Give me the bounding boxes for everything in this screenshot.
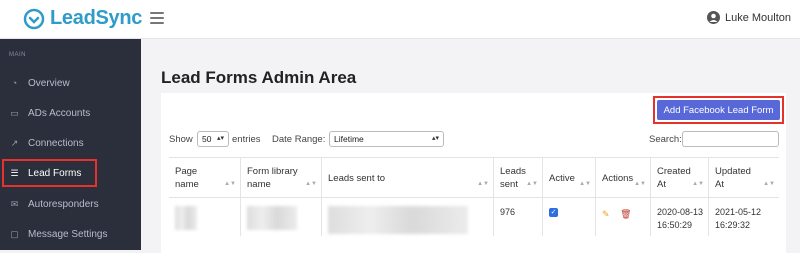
cell-updated-at: 2021-05-12 16:29:32 (708, 198, 779, 236)
column-actions[interactable]: Actions ▲▼ (595, 158, 650, 199)
column-page-name[interactable]: Page name ▲▼ (169, 158, 240, 199)
brand-name: LeadSync (50, 7, 143, 29)
sort-icon: ▲▼ (634, 181, 646, 187)
sort-icon: ▲▼ (477, 181, 489, 187)
entries-per-page-value: 50 (202, 134, 212, 144)
cell-actions: ✎ 🗑 (595, 198, 650, 236)
connection-icon: ↗ (10, 137, 19, 148)
logo[interactable]: LeadSync (23, 7, 142, 30)
sort-icon: ▲▼ (526, 181, 538, 187)
sidebar-item-label: Connections (28, 137, 84, 149)
user-avatar-icon (706, 11, 720, 24)
table-row: 976 ✓ ✎ 🗑 2020-08-13 16:50:29 2021-05-12… (169, 198, 779, 236)
lead-forms-card: Add Facebook Lead Form Show 50 ▴▾ entrie… (161, 93, 786, 253)
sort-icon: ▲▼ (305, 181, 317, 187)
sidebar-item-label: ADs Accounts (28, 107, 91, 119)
column-created-at[interactable]: Created At ▲▼ (650, 158, 708, 199)
redacted-content (328, 206, 468, 234)
redacted-content (247, 206, 297, 230)
entries-per-page-select[interactable]: 50 ▴▾ (197, 131, 229, 147)
sidebar-item-ads-accounts[interactable]: ▭ ADs Accounts (0, 99, 141, 127)
column-leads-sent-to[interactable]: Leads sent to ▲▼ (321, 158, 493, 199)
user-name: Luke Moulton (724, 11, 791, 24)
sidebar-item-autoresponders[interactable]: ✉ Autoresponders (0, 190, 141, 218)
column-leads-sent[interactable]: Leads sent ▲▼ (493, 158, 542, 199)
date-range-select[interactable]: Lifetime ▴▾ (329, 131, 444, 147)
menu-toggle-icon[interactable] (150, 12, 164, 24)
user-menu[interactable]: Luke Moulton (706, 11, 791, 24)
lead-forms-highlight (2, 159, 97, 187)
column-updated-at[interactable]: Updated At ▲▼ (708, 158, 779, 199)
column-label: Page name (175, 166, 199, 190)
sidebar-item-label: Overview (28, 77, 70, 89)
page-title: Lead Forms Admin Area (161, 68, 357, 87)
column-label: Form library name (247, 166, 298, 190)
date-range-label: Date Range: (272, 134, 326, 145)
gauge-icon: ◔ (11, 78, 18, 88)
cell-leads-sent-to (321, 198, 493, 236)
leadsync-logo-icon (23, 8, 45, 29)
sort-icon: ▲▼ (763, 181, 775, 187)
sort-icon: ▲▼ (224, 181, 236, 187)
select-caret-icon: ▴▾ (216, 135, 224, 142)
sort-icon: ▲▼ (579, 181, 591, 187)
add-facebook-lead-form-button[interactable]: Add Facebook Lead Form (657, 100, 780, 120)
sidebar-item-label: Autoresponders (28, 198, 99, 210)
sidebar-item-connections[interactable]: ↗ Connections (0, 129, 141, 157)
select-caret-icon: ▴▾ (431, 135, 439, 142)
cell-leads-sent: 976 (493, 198, 542, 236)
folder-icon: ▭ (10, 107, 19, 118)
sidebar-item-overview[interactable]: ◔ Overview (0, 69, 141, 97)
show-label: Show (169, 134, 193, 145)
column-form-library-name[interactable]: Form library name ▲▼ (240, 158, 321, 199)
cell-active: ✓ (542, 198, 595, 236)
top-bar: LeadSync Luke Moulton (0, 0, 800, 39)
chat-icon: ▢ (10, 228, 19, 239)
delete-icon[interactable]: 🗑 (620, 208, 631, 221)
table-controls: Show 50 ▴▾ entries Date Range: Lifetime … (169, 131, 779, 149)
table-header: Page name ▲▼ Form library name ▲▼ Leads … (169, 157, 779, 199)
main-content: Lead Forms Admin Area Add Facebook Lead … (141, 39, 800, 253)
entries-label: entries (232, 134, 261, 145)
sidebar-item-message-settings[interactable]: ▢ Message Settings (0, 220, 141, 248)
redacted-content (175, 206, 197, 230)
column-label: Created At (657, 166, 691, 190)
cell-created-at: 2020-08-13 16:50:29 (650, 198, 708, 236)
edit-icon[interactable]: ✎ (602, 208, 610, 221)
sidebar-item-label: Message Settings (28, 228, 108, 240)
sort-icon: ▲▼ (692, 181, 704, 187)
sidebar: MAIN ◔ Overview ▭ ADs Accounts ↗ Connect… (0, 39, 141, 250)
date-range-value: Lifetime (334, 134, 364, 144)
column-active[interactable]: Active ▲▼ (542, 158, 595, 199)
search-input[interactable] (682, 131, 779, 147)
add-button-highlight: Add Facebook Lead Form (653, 96, 784, 124)
active-checkbox[interactable]: ✓ (549, 208, 558, 217)
cell-form-library-name (240, 198, 321, 236)
search-label: Search: (649, 134, 682, 145)
envelope-icon: ✉ (10, 198, 19, 209)
column-label: Updated At (715, 166, 751, 190)
cell-page-name (169, 198, 240, 236)
sidebar-section-label: MAIN (9, 52, 26, 58)
column-label: Leads sent to (328, 173, 386, 184)
